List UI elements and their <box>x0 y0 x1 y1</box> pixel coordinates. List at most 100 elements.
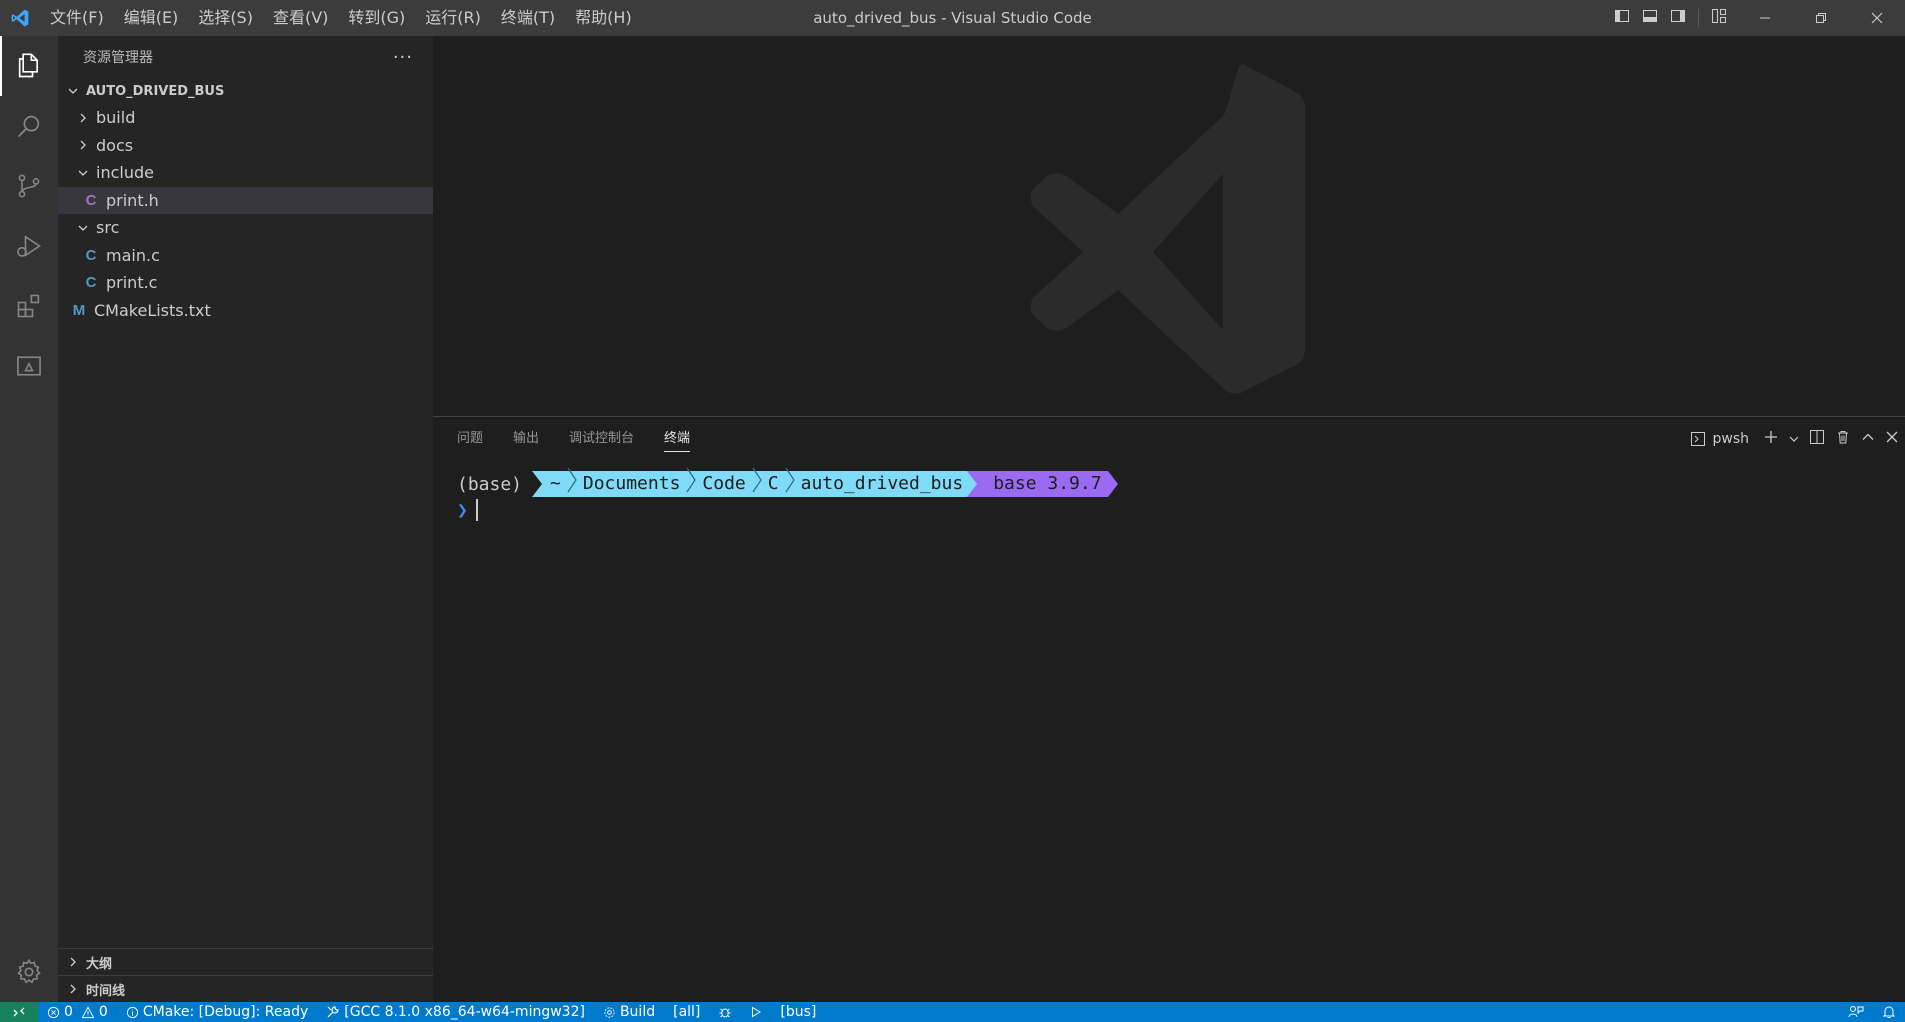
path-separator-icon <box>752 467 762 501</box>
terminal-output[interactable]: (base) ~ Documents Code Cauto_drived_bus ba… <box>457 467 1118 523</box>
tree-folder[interactable]: include <box>58 159 433 187</box>
gear-icon <box>604 1006 615 1018</box>
new-terminal-icon[interactable] <box>1763 429 1779 449</box>
build-button[interactable]: Build <box>594 1002 664 1022</box>
warning-icon <box>81 1005 95 1018</box>
window-controls <box>1737 0 1905 36</box>
menu-item[interactable]: 终端(T) <box>491 0 565 36</box>
panel-tab[interactable]: 输出 <box>513 417 539 461</box>
workspace-folder-label: AUTO_DRIVED_BUS <box>86 83 225 99</box>
path-separator-icon <box>567 467 577 501</box>
prompt-arrow <box>967 471 978 497</box>
feedback-icon[interactable] <box>1839 1002 1873 1022</box>
tree-file[interactable]: Cprint.h <box>58 186 433 214</box>
tree-folder[interactable]: src <box>58 214 433 242</box>
chevron-down-icon[interactable] <box>1789 430 1799 448</box>
tree-folder[interactable]: docs <box>58 132 433 160</box>
menu-item[interactable]: 文件(F) <box>40 0 114 36</box>
tree-item-label: print.c <box>106 273 158 293</box>
panel-tab[interactable]: 终端 <box>664 417 691 461</box>
notifications-icon[interactable] <box>1873 1002 1905 1022</box>
more-actions-icon[interactable]: ··· <box>393 47 413 68</box>
tree-item-label: print.h <box>106 190 159 210</box>
tree-item-label: main.c <box>106 245 160 265</box>
close-panel-icon[interactable] <box>1885 430 1899 448</box>
tree-folder[interactable]: build <box>58 104 433 132</box>
tree-item-label: include <box>96 163 154 183</box>
toggle-panel-icon[interactable] <box>1642 8 1658 28</box>
prompt-path-part: auto_drived_bus <box>800 473 964 494</box>
run-button[interactable] <box>741 1002 771 1022</box>
terminal-name: pwsh <box>1712 431 1749 447</box>
panel-tab[interactable]: 问题 <box>457 417 483 461</box>
toggle-secondary-sidebar-icon[interactable] <box>1670 8 1686 28</box>
outline-label: 大纲 <box>86 956 113 972</box>
minimize-icon[interactable] <box>1737 0 1793 36</box>
outline-section[interactable]: 大纲 <box>58 948 433 975</box>
prompt-arrow <box>532 471 543 497</box>
cmake-kit[interactable]: [GCC 8.1.0 x86_64-w64-mingw32] <box>317 1002 594 1022</box>
prompt-path-part: ~ <box>550 473 561 494</box>
chevron-right-icon <box>74 136 92 154</box>
build-target-label: [all] <box>673 1004 701 1020</box>
source-control-icon[interactable] <box>0 156 58 216</box>
run-debug-icon[interactable] <box>0 216 58 276</box>
explorer-icon[interactable] <box>0 36 58 96</box>
path-separator-icon <box>686 467 697 501</box>
explorer-header: 资源管理器 ··· <box>58 36 433 78</box>
tree-file[interactable]: M CMakeLists.txt <box>58 297 433 325</box>
title-bar: 文件(F) 编辑(E) 选择(S) 查看(V) 转到(G) 运行(R) 终端(T) 帮助(H)… <box>0 0 1905 36</box>
timeline-section[interactable]: 时间线 <box>58 975 433 1002</box>
warning-count: 0 <box>98 1004 108 1020</box>
menu-item[interactable]: 选择(S) <box>188 0 263 36</box>
tools-icon <box>327 1006 339 1018</box>
problems-indicator[interactable]: 0 0 <box>38 1002 117 1022</box>
customize-layout-icon[interactable] <box>1711 8 1727 28</box>
c-file-icon: C <box>85 246 97 264</box>
bug-icon <box>719 1008 731 1018</box>
terminal-selector[interactable]: pwsh <box>1690 431 1749 447</box>
menu-item[interactable]: 运行(R) <box>415 0 491 36</box>
search-icon[interactable] <box>0 96 58 156</box>
cmake-status-label: CMake: [Debug]: Ready <box>142 1004 309 1020</box>
panel-actions: pwsh <box>1690 417 1905 461</box>
status-bar: 0 0 CMake: [Debug]: Ready [GCC 8.1.0 x86… <box>0 1002 1905 1022</box>
chevron-down-icon <box>64 82 82 100</box>
conda-version: base 3.9.7 <box>993 473 1102 494</box>
debug-button[interactable] <box>709 1002 741 1022</box>
launch-target[interactable]: [bus] <box>771 1002 825 1022</box>
panel-tab[interactable]: 调试控制台 <box>569 417 634 461</box>
file-tree: build docs include Cprint.h src Cmain.c Cprint… <box>58 104 433 324</box>
chevron-right-icon <box>74 109 92 127</box>
c-file-icon: C <box>85 274 97 292</box>
vscode-watermark-logo <box>1008 63 1348 398</box>
menu-item[interactable]: 编辑(E) <box>114 0 189 36</box>
tree-item-label: build <box>96 108 136 128</box>
build-target[interactable]: [all] <box>664 1002 709 1022</box>
remote-explorer-icon[interactable] <box>0 336 58 396</box>
chevron-down-icon <box>74 219 92 237</box>
prompt-conda-segment: base 3.9.7 <box>977 471 1108 497</box>
error-count: 0 <box>64 1004 73 1020</box>
gear-icon[interactable] <box>0 942 58 1002</box>
toggle-primary-sidebar-icon[interactable] <box>1614 8 1630 28</box>
menu-item[interactable]: 转到(G) <box>338 0 415 36</box>
remote-indicator-icon[interactable] <box>0 1002 38 1022</box>
split-terminal-icon[interactable] <box>1809 429 1825 449</box>
trash-icon[interactable] <box>1835 429 1851 449</box>
workspace-folder[interactable]: AUTO_DRIVED_BUS <box>58 78 433 104</box>
terminal-cursor <box>475 499 478 521</box>
restore-icon[interactable] <box>1793 0 1849 36</box>
menu-item[interactable]: 查看(V) <box>263 0 338 36</box>
maximize-panel-icon[interactable] <box>1861 430 1875 448</box>
menu-item[interactable]: 帮助(H) <box>565 0 642 36</box>
chevron-down-icon <box>74 164 92 182</box>
tree-file[interactable]: Cmain.c <box>58 242 433 270</box>
cmake-status[interactable]: CMake: [Debug]: Ready <box>117 1002 317 1022</box>
tree-item-label: src <box>96 218 120 238</box>
extensions-icon[interactable] <box>0 276 58 336</box>
tree-file[interactable]: Cprint.c <box>58 269 433 297</box>
prompt-arrow <box>1107 471 1118 497</box>
layout-controls <box>1614 0 1727 36</box>
close-icon[interactable] <box>1849 0 1905 36</box>
